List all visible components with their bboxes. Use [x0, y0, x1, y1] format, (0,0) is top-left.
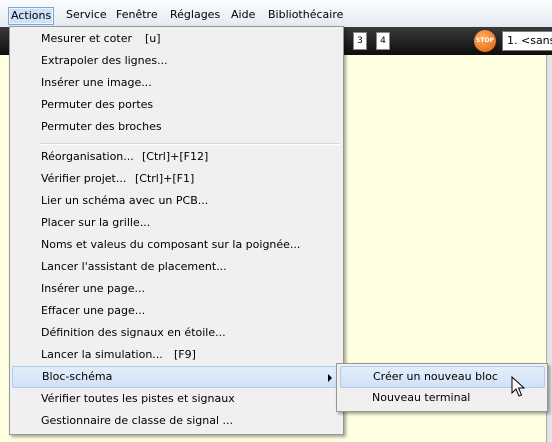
submenu-arrow-icon — [328, 374, 332, 382]
actions-dropdown: Mesurer et coter [u] Extrapoler des lign… — [9, 26, 344, 435]
menu-item-permuter-portes[interactable]: Permuter des portes — [12, 94, 341, 116]
menu-item-inserer-image[interactable]: Insérer une image... — [12, 72, 341, 94]
page-3-icon[interactable]: 3 — [353, 32, 367, 50]
menu-item-label: Permuter des portes — [41, 98, 154, 111]
menu-item-label: Insérer une page... — [41, 282, 145, 295]
menu-item-lier-schema[interactable]: Lier un schéma avec un PCB... — [12, 190, 341, 212]
menu-service[interactable]: Service — [64, 7, 109, 23]
menu-bibliothecaire[interactable]: Bibliothécaire — [266, 7, 345, 23]
menu-item-label: Noms et valeus du composant sur la poign… — [41, 238, 301, 251]
menu-item-label: Nouveau terminal — [372, 391, 471, 404]
menu-item-label: Créer un nouveau bloc — [373, 370, 498, 383]
menu-item-signaux-etoile[interactable]: Définition des signaux en étoile... — [12, 322, 341, 344]
page-select[interactable]: 1. <sans n — [502, 31, 552, 51]
menu-reglages[interactable]: Réglages — [168, 7, 222, 23]
mouse-cursor-icon — [511, 376, 526, 397]
menu-item-label: Vérifier projet... — [41, 172, 127, 185]
menu-item-label: Réorganisation... — [41, 150, 134, 163]
page-4-icon[interactable]: 4 — [376, 32, 390, 50]
menu-separator — [40, 143, 340, 145]
menu-item-label: Lier un schéma avec un PCB... — [41, 194, 209, 207]
menu-item-label: Insérer une image... — [41, 76, 152, 89]
menu-item-label: Lancer la simulation... — [41, 348, 163, 361]
menubar: Actions Service Fenêtre Réglages Aide Bi… — [0, 0, 552, 28]
menu-item-label: Mesurer et coter — [41, 32, 132, 45]
menu-item-label: Vérifier toutes les pistes et signaux — [41, 392, 235, 405]
menu-item-label: Définition des signaux en étoile... — [41, 326, 226, 339]
menu-item-lancer-simulation[interactable]: Lancer la simulation... [F9] — [12, 344, 341, 366]
menu-item-verifier-pistes[interactable]: Vérifier toutes les pistes et signaux — [12, 388, 341, 410]
menu-item-shortcut: [Ctrl]+[F12] — [142, 150, 209, 163]
menu-item-noms-valeurs[interactable]: Noms et valeus du composant sur la poign… — [12, 234, 341, 256]
menu-item-placer-grille[interactable]: Placer sur la grille... — [12, 212, 341, 234]
menu-item-permuter-broches[interactable]: Permuter des broches — [12, 116, 341, 138]
menu-item-bloc-schema[interactable]: Bloc-schéma — [12, 366, 343, 388]
menu-item-label: Extrapoler des lignes... — [41, 54, 168, 67]
menu-item-label: Effacer une page... — [41, 304, 146, 317]
menu-item-effacer-page[interactable]: Effacer une page... — [12, 300, 341, 322]
menu-item-extrapoler[interactable]: Extrapoler des lignes... — [12, 50, 341, 72]
menu-actions[interactable]: Actions — [8, 7, 55, 25]
menu-item-inserer-page[interactable]: Insérer une page... — [12, 278, 341, 300]
menu-item-assistant-placement[interactable]: Lancer l'assistant de placement... — [12, 256, 341, 278]
menu-item-mesurer[interactable]: Mesurer et coter [u] — [12, 28, 341, 50]
menu-item-shortcut: [u] — [145, 32, 161, 45]
menu-item-label: Placer sur la grille... — [41, 216, 151, 229]
menu-item-label: Lancer l'assistant de placement... — [41, 260, 227, 273]
menu-item-label: Bloc-schéma — [42, 370, 113, 383]
menu-item-label: Gestionnaire de classe de signal ... — [41, 414, 233, 427]
menu-fenetre[interactable]: Fenêtre — [114, 7, 160, 23]
menu-item-shortcut: [Ctrl]+[F1] — [135, 172, 195, 185]
menu-item-shortcut: [F9] — [174, 348, 196, 361]
menu-aide[interactable]: Aide — [229, 7, 257, 23]
menu-item-label: Permuter des broches — [41, 120, 162, 133]
menu-item-reorganisation[interactable]: Réorganisation... [Ctrl]+[F12] — [12, 146, 341, 168]
menu-item-verifier-projet[interactable]: Vérifier projet... [Ctrl]+[F1] — [12, 168, 341, 190]
menu-item-gestionnaire-classe[interactable]: Gestionnaire de classe de signal ... — [12, 410, 341, 432]
stop-icon[interactable]: STOP — [474, 30, 496, 52]
